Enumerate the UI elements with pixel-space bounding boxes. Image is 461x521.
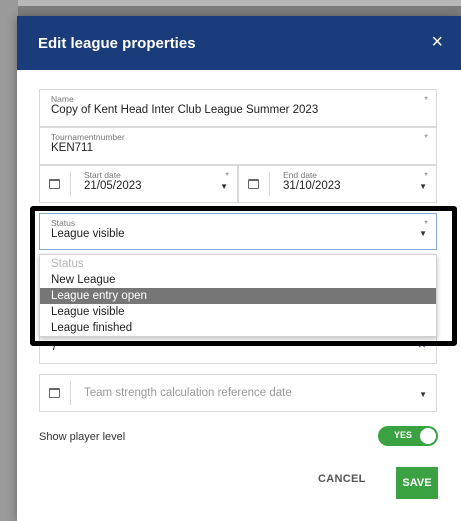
end-date-value: 31/10/2023 xyxy=(283,180,341,192)
required-marker: * xyxy=(424,95,428,106)
toggle-label: YES xyxy=(394,430,413,440)
name-value: Copy of Kent Head Inter Club League Summ… xyxy=(51,104,319,116)
calendar-icon xyxy=(49,388,60,398)
status-option-league-finished[interactable]: League finished xyxy=(40,320,436,336)
background-content-strip xyxy=(0,0,18,521)
field-separator xyxy=(70,172,71,196)
status-value: League visible xyxy=(51,228,125,240)
tournamentnumber-value: KEN711 xyxy=(51,142,93,154)
status-option-new-league[interactable]: New League xyxy=(40,272,436,288)
save-button[interactable]: SAVE xyxy=(396,467,438,499)
field-separator xyxy=(70,381,71,405)
toggle-knob xyxy=(420,428,436,444)
tournamentnumber-label: Tournamentnumber xyxy=(51,132,125,142)
close-icon[interactable]: × xyxy=(431,30,443,54)
required-marker: * xyxy=(424,171,428,182)
show-player-level-label: Show player level xyxy=(39,431,126,443)
calendar-icon xyxy=(248,179,259,189)
background-top-bar xyxy=(0,0,461,6)
clear-icon[interactable]: × xyxy=(418,336,426,352)
name-field[interactable]: Name Copy of Kent Head Inter Club League… xyxy=(39,89,437,127)
required-marker: * xyxy=(424,133,428,144)
caret-down-icon[interactable]: ▼ xyxy=(419,182,427,191)
dialog-header: Edit league properties × xyxy=(17,16,461,70)
required-marker: * xyxy=(225,171,229,182)
status-select[interactable]: Status League visible * ▼ xyxy=(39,213,437,250)
cancel-button[interactable]: CANCEL xyxy=(318,473,366,485)
status-option-league-visible[interactable]: League visible xyxy=(40,304,436,320)
status-option-league-entry-open[interactable]: League entry open xyxy=(40,288,436,304)
team-strength-date-field[interactable]: Team strength calculation reference date… xyxy=(39,374,437,412)
end-date-field[interactable]: End date 31/10/2023 * ▼ xyxy=(238,165,437,203)
start-date-field[interactable]: Start date 21/05/2023 * ▼ xyxy=(39,165,238,203)
caret-down-icon[interactable]: ▼ xyxy=(419,390,427,399)
start-date-label: Start date xyxy=(84,170,121,180)
name-label: Name xyxy=(51,94,74,104)
end-date-label: End date xyxy=(283,170,318,180)
field-separator xyxy=(269,172,270,196)
tournamentnumber-field[interactable]: Tournamentnumber KEN711 * xyxy=(39,127,437,165)
team-strength-placeholder: Team strength calculation reference date xyxy=(84,387,292,399)
dialog-title: Edit league properties xyxy=(38,35,196,52)
calendar-icon xyxy=(49,179,60,189)
show-player-level-toggle[interactable]: YES xyxy=(378,426,438,446)
caret-down-icon[interactable]: ▼ xyxy=(419,229,427,238)
hidden-number-value: 7 xyxy=(51,341,58,353)
status-dropdown-list: Status New League League entry open Leag… xyxy=(39,254,437,337)
caret-down-icon[interactable]: ▼ xyxy=(220,182,228,191)
start-date-value: 21/05/2023 xyxy=(84,180,142,192)
status-label: Status xyxy=(51,218,76,228)
dropdown-header: Status xyxy=(51,258,84,270)
